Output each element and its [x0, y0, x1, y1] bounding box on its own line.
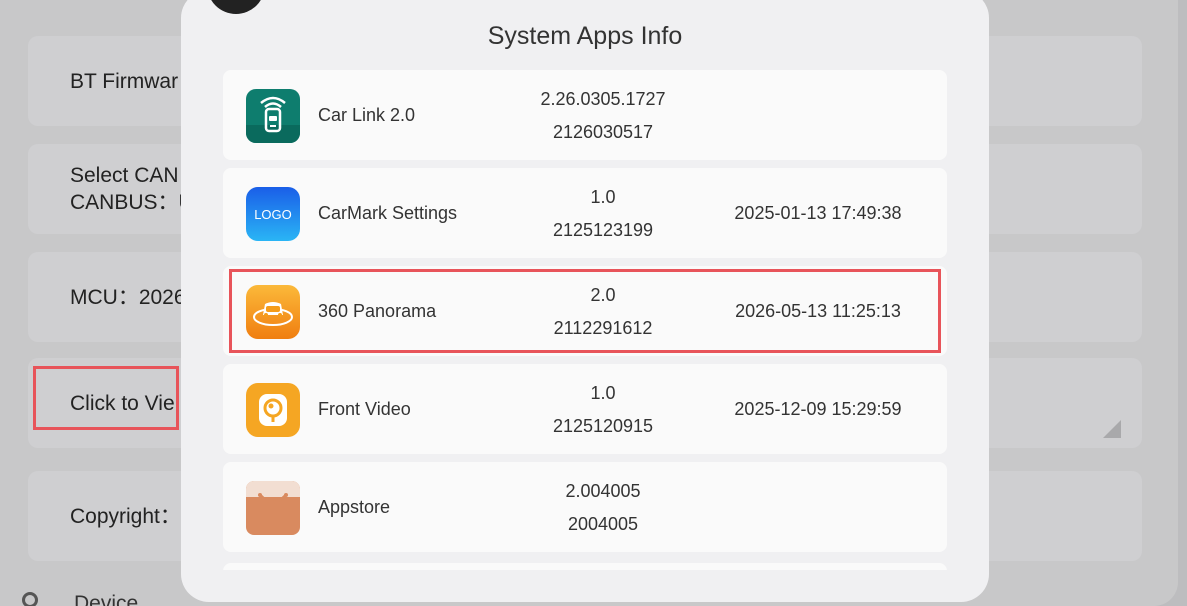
- resize-handle-icon: [1103, 420, 1121, 438]
- app-name: CarMark Settings: [318, 202, 458, 223]
- device-icon: [22, 592, 38, 606]
- list-item[interactable]: Front Video 1.0 2125120915 2025-12-09 15…: [223, 364, 947, 454]
- front-video-icon: [246, 383, 300, 437]
- app-name: Front Video: [318, 398, 411, 419]
- app-date: 2025-12-09 15:29:59: [734, 398, 902, 419]
- app-version: 1.0: [590, 383, 616, 403]
- app-version-code: 2004005: [567, 514, 639, 534]
- selected-row-highlight: [229, 269, 941, 353]
- app-date: 2025-01-13 17:49:38: [734, 202, 902, 223]
- app-date: [713, 462, 923, 552]
- dialog-title: System Apps Info: [487, 22, 683, 50]
- list-item[interactable]: LOGO CarMark Settings 1.0 2125123199 202…: [223, 168, 947, 258]
- device-label: Device: [74, 592, 139, 606]
- app-name: Appstore: [318, 496, 391, 517]
- app-version-code: 2126030517: [552, 122, 654, 142]
- appstore-bag-icon: [246, 481, 300, 535]
- app-version-code: 2125120915: [552, 416, 654, 436]
- app-date: [713, 70, 923, 160]
- app-version: 2.26.0305.1727: [540, 89, 666, 109]
- logo-icon: LOGO: [246, 187, 300, 241]
- app-version: 1.0: [590, 187, 616, 207]
- app-name: Car Link 2.0: [318, 104, 416, 125]
- list-item[interactable]: Car Link 2.0 2.26.0305.1727 2126030517: [223, 70, 947, 160]
- app-version: 2.004005: [565, 481, 641, 501]
- list-item[interactable]: Appstore 2.004005 2004005: [223, 462, 947, 552]
- car-link-icon: [246, 89, 300, 143]
- click-to-view-highlight: [33, 366, 179, 430]
- list-item[interactable]: [223, 563, 947, 570]
- app-version-code: 2125123199: [552, 220, 654, 240]
- logo-icon-text: LOGO: [254, 207, 292, 222]
